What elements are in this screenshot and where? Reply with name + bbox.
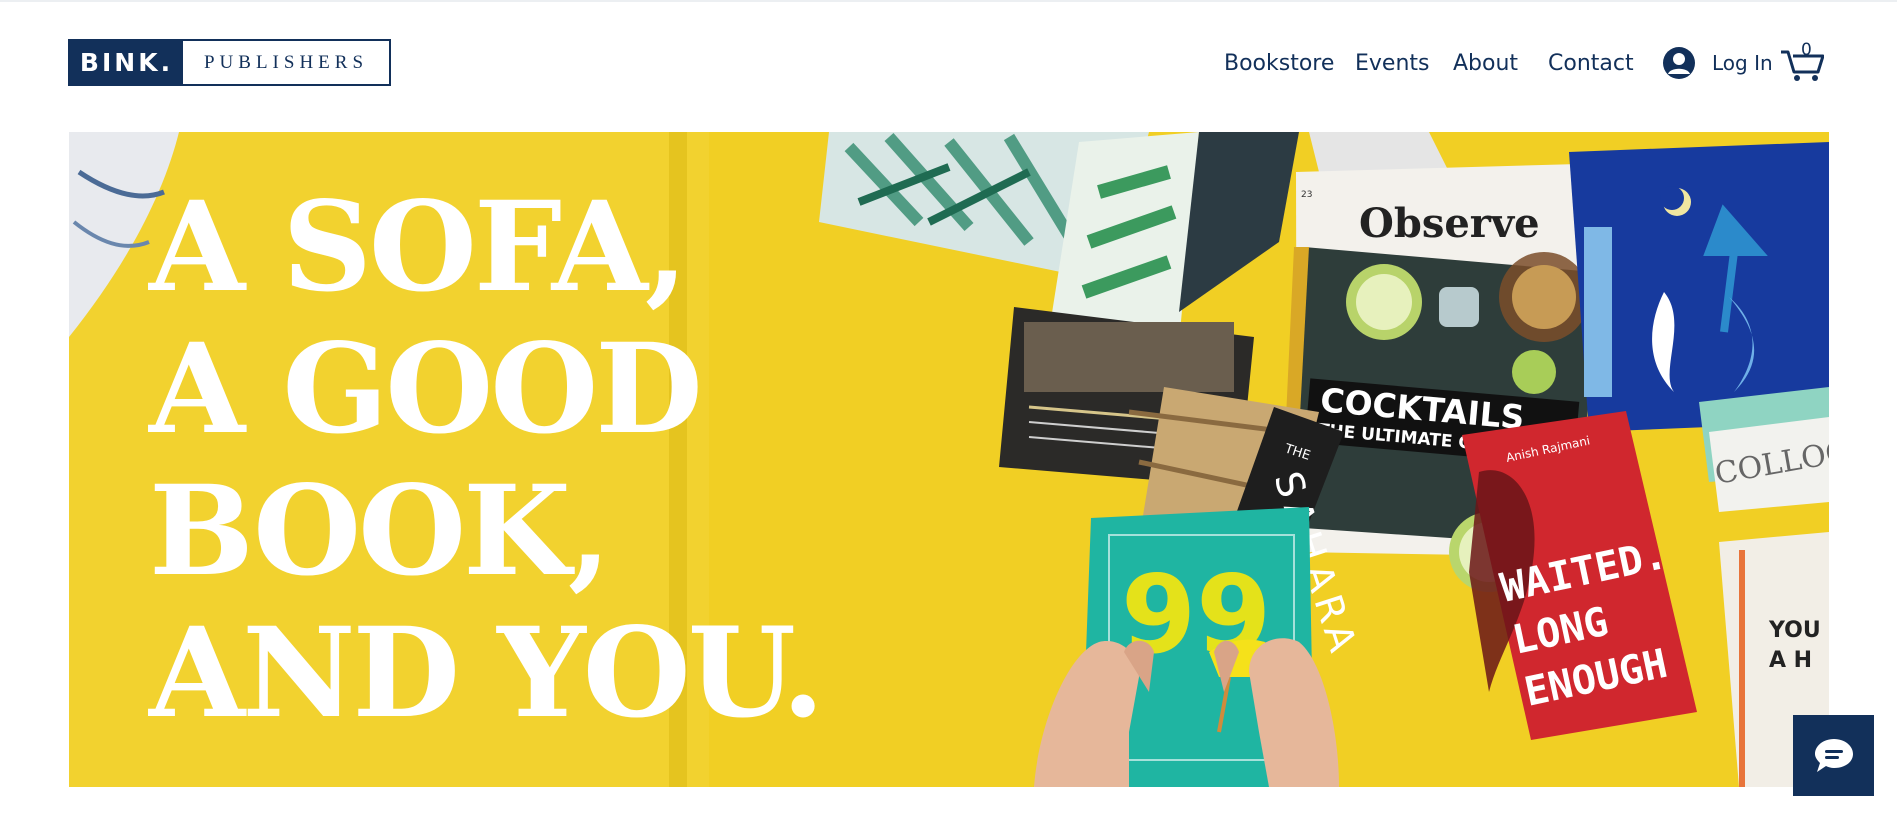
colloq-book: COLLOQ xyxy=(1699,387,1829,512)
headline-line-1: A SOFA, xyxy=(149,175,688,320)
nav-contact-label[interactable]: Contact xyxy=(1548,51,1634,76)
nav-about-label[interactable]: About xyxy=(1453,51,1518,76)
chat-bubble-icon xyxy=(1814,738,1853,772)
observe-title: Observe xyxy=(1359,200,1540,247)
cart-button[interactable]: 0 xyxy=(1780,40,1825,82)
page-number: 23 xyxy=(1301,190,1312,200)
cart-count: 0 xyxy=(1801,40,1812,60)
partial-book-line-1: YOU xyxy=(1768,618,1821,643)
nav-about[interactable]: About xyxy=(1453,48,1518,78)
headline-line-2: A GOOD xyxy=(149,317,703,462)
logo-bink: BINK. xyxy=(70,41,183,84)
chat-button[interactable] xyxy=(1793,715,1874,796)
headline-line-4: AND YOU. xyxy=(149,601,825,746)
hero-headline: A SOFA, A GOOD BOOK, AND YOU. xyxy=(149,175,825,746)
headline-line-3: BOOK, xyxy=(149,459,611,604)
partial-book-line-2: A H xyxy=(1769,648,1812,673)
nav-events-label[interactable]: Events xyxy=(1355,51,1430,76)
site-logo[interactable]: BINK. PUBLISHERS xyxy=(68,39,391,86)
top-divider xyxy=(0,0,1897,2)
blue-illustrated-book xyxy=(1569,142,1829,432)
nav-contact[interactable]: Contact xyxy=(1548,48,1634,78)
nav-bookstore[interactable]: Bookstore xyxy=(1224,48,1334,78)
nav-bookstore-label[interactable]: Bookstore xyxy=(1224,51,1334,76)
login-label: Log In xyxy=(1712,51,1773,75)
logo-publishers: PUBLISHERS xyxy=(203,51,369,73)
login-button[interactable]: Log In xyxy=(1662,44,1773,82)
hero-banner: 23 Observe COCKTAILS THE ULTIMATE GUIDE xyxy=(69,132,1829,787)
nav-events[interactable]: Events xyxy=(1355,48,1430,78)
user-circle-icon xyxy=(1663,47,1695,79)
